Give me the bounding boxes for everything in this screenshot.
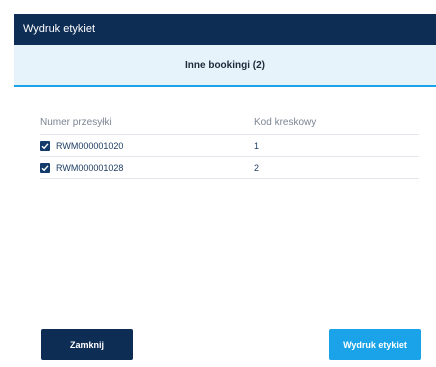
shipment-number: RWM000001028 [56, 162, 124, 173]
barcode-value: 2 [254, 162, 260, 173]
tab-other-bookings[interactable]: Inne bookingi (2) [14, 45, 436, 87]
checkmark-icon [41, 142, 49, 149]
barcode-value: 1 [254, 140, 260, 151]
shipments-table: Numer przesyłki Kod kreskowy RWM00000102… [40, 117, 419, 179]
row-checkbox[interactable] [40, 140, 50, 151]
table-row: RWM000001020 1 [40, 135, 419, 157]
column-header-barcode: Kod kreskowy [254, 117, 317, 128]
dialog-title: Wydruk etykiet [14, 14, 436, 45]
column-header-shipment-number: Numer przesyłki [40, 117, 112, 128]
table-header: Numer przesyłki Kod kreskowy [40, 117, 419, 135]
print-labels-dialog: Wydruk etykiet Inne bookingi (2) Numer p… [14, 14, 436, 367]
print-labels-button[interactable]: Wydruk etykiet [329, 329, 421, 360]
close-button[interactable]: Zamknij [41, 329, 133, 360]
shipment-number: RWM000001020 [56, 140, 124, 151]
tab-label: Inne bookingi (2) [185, 60, 265, 71]
checkmark-icon [41, 164, 49, 171]
table-row: RWM000001028 2 [40, 157, 419, 179]
row-checkbox[interactable] [40, 162, 50, 173]
